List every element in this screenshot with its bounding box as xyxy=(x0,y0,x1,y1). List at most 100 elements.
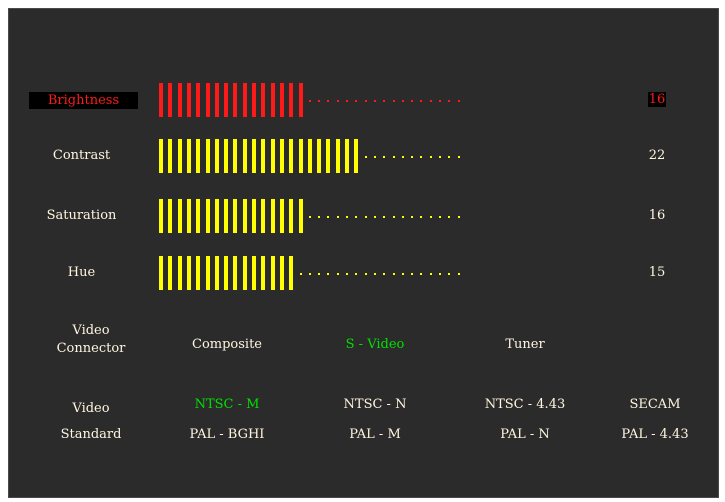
hue-level-bar[interactable] xyxy=(157,256,617,290)
standard-option-ntsc-443[interactable]: NTSC - 4.43 xyxy=(465,397,585,412)
level-tick xyxy=(205,256,210,290)
level-dot xyxy=(439,100,441,102)
level-dot xyxy=(336,273,339,275)
level-tick xyxy=(270,83,275,117)
level-tick xyxy=(270,256,275,290)
standard-option-ntsc-n[interactable]: NTSC - N xyxy=(315,397,435,412)
contrast-row[interactable]: Contrast 22 xyxy=(9,139,720,173)
level-tick xyxy=(159,199,163,233)
level-tick xyxy=(252,256,256,290)
level-dot xyxy=(364,273,367,275)
saturation-label: Saturation xyxy=(46,208,117,223)
level-tick xyxy=(214,256,219,290)
level-dot xyxy=(411,216,414,218)
level-tick xyxy=(224,139,229,173)
hue-row[interactable]: Hue 15 xyxy=(9,256,720,290)
connector-option-composite[interactable]: Composite xyxy=(167,337,287,352)
level-tick xyxy=(214,199,219,233)
brightness-row[interactable]: Brightness 16 xyxy=(9,83,720,117)
level-dot xyxy=(392,156,395,158)
saturation-value: 16 xyxy=(648,208,666,223)
level-dot xyxy=(411,273,414,275)
level-dot xyxy=(383,273,386,275)
video-standard-label-line1: Video xyxy=(72,401,110,416)
level-dot xyxy=(429,216,432,218)
level-dot xyxy=(392,273,395,275)
level-tick xyxy=(159,83,163,117)
level-tick xyxy=(214,83,219,117)
contrast-level-bar[interactable] xyxy=(157,139,617,173)
level-tick xyxy=(252,139,256,173)
level-dot xyxy=(346,100,348,102)
level-tick xyxy=(317,139,322,173)
level-tick xyxy=(242,139,247,173)
level-tick xyxy=(177,139,182,173)
standard-option-ntsc-m[interactable]: NTSC - M xyxy=(167,397,287,412)
level-dot xyxy=(420,156,423,158)
standard-option-secam[interactable]: SECAM xyxy=(595,397,715,412)
level-tick xyxy=(242,83,247,117)
level-tick xyxy=(242,256,247,290)
level-dot xyxy=(401,156,404,158)
level-dot xyxy=(429,100,432,102)
level-dot xyxy=(355,273,358,275)
standard-option-pal-443[interactable]: PAL - 4.43 xyxy=(595,427,715,442)
level-tick xyxy=(196,83,201,117)
level-tick xyxy=(224,256,229,290)
level-dot xyxy=(457,156,460,158)
level-tick xyxy=(298,83,303,117)
level-dot xyxy=(364,156,367,158)
level-tick xyxy=(298,139,303,173)
level-dot xyxy=(439,156,441,158)
level-dot xyxy=(355,216,358,218)
standard-option-pal-bghi[interactable]: PAL - BGHI xyxy=(167,427,287,442)
level-dot xyxy=(401,216,404,218)
level-tick xyxy=(168,83,173,117)
level-tick xyxy=(177,199,182,233)
saturation-row[interactable]: Saturation 16 xyxy=(9,199,720,233)
brightness-level-bar[interactable] xyxy=(157,83,617,117)
connector-option-tuner[interactable]: Tuner xyxy=(465,337,585,352)
level-tick xyxy=(335,139,340,173)
level-tick xyxy=(196,139,201,173)
level-dot xyxy=(383,156,386,158)
level-tick xyxy=(242,199,247,233)
level-dot xyxy=(308,100,311,102)
level-dot xyxy=(448,273,451,275)
level-dot xyxy=(457,273,460,275)
saturation-level-bar[interactable] xyxy=(157,199,617,233)
level-tick xyxy=(168,139,173,173)
level-dot xyxy=(373,156,376,158)
level-tick xyxy=(289,199,294,233)
standard-option-pal-n[interactable]: PAL - N xyxy=(465,427,585,442)
level-tick xyxy=(252,83,256,117)
level-tick xyxy=(261,139,266,173)
level-dot xyxy=(336,100,339,102)
level-dot xyxy=(373,216,376,218)
level-tick xyxy=(186,199,191,233)
level-tick xyxy=(233,256,238,290)
level-tick xyxy=(252,199,256,233)
level-tick xyxy=(214,139,219,173)
level-tick xyxy=(233,199,238,233)
level-tick xyxy=(224,199,229,233)
level-dot xyxy=(327,216,330,218)
level-tick xyxy=(186,83,191,117)
level-tick xyxy=(270,199,275,233)
level-dot xyxy=(383,216,386,218)
level-tick xyxy=(159,139,163,173)
standard-option-pal-m[interactable]: PAL - M xyxy=(315,427,435,442)
level-tick xyxy=(196,256,201,290)
video-standard-label-line2: Standard xyxy=(60,427,122,442)
level-dot xyxy=(308,273,311,275)
level-tick xyxy=(205,83,210,117)
level-dot xyxy=(457,100,460,102)
level-tick xyxy=(279,83,284,117)
level-tick xyxy=(279,256,284,290)
connector-option-s-video[interactable]: S - Video xyxy=(315,337,435,352)
level-tick xyxy=(326,139,331,173)
level-dot xyxy=(346,273,348,275)
level-dot xyxy=(411,156,414,158)
level-dot xyxy=(318,100,321,102)
level-dot xyxy=(429,273,432,275)
